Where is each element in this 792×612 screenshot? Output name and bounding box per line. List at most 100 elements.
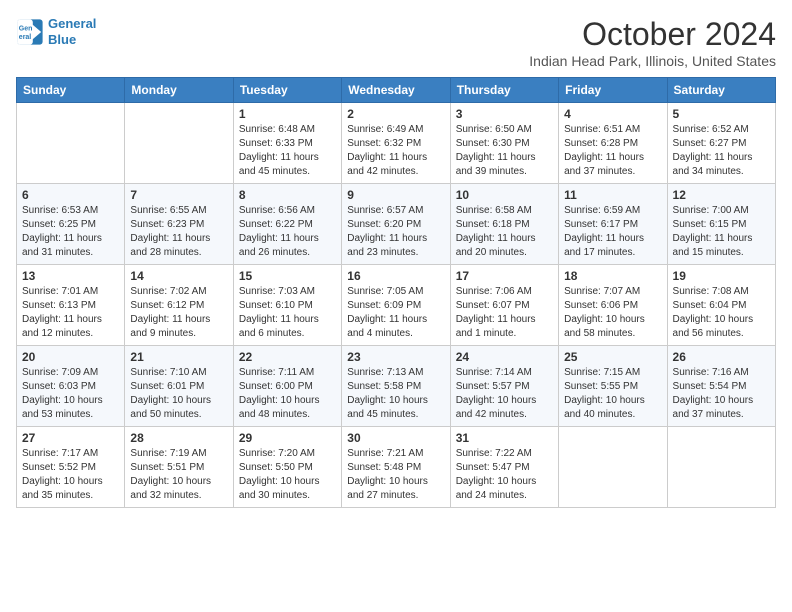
day-number: 18 bbox=[564, 269, 661, 283]
column-header-thursday: Thursday bbox=[450, 78, 558, 103]
day-cell: 19 Sunrise: 7:08 AM Sunset: 6:04 PM Dayli… bbox=[667, 265, 775, 346]
day-number: 28 bbox=[130, 431, 227, 445]
day-cell: 7Sunrise: 6:55 AM Sunset: 6:23 PM Daylig… bbox=[125, 184, 233, 265]
day-number: 25 bbox=[564, 350, 661, 364]
day-info: Sunrise: 7:01 AM Sunset: 6:13 PM Dayligh… bbox=[22, 285, 119, 341]
day-cell: 27Sunrise: 7:17 AM Sunset: 5:52 PM Dayli… bbox=[17, 427, 125, 508]
day-number: 6 bbox=[22, 188, 119, 202]
calendar-body: 1Sunrise: 6:48 AM Sunset: 6:33 PM Daylig… bbox=[17, 103, 776, 508]
day-cell: 3 Sunrise: 6:50 AM Sunset: 6:30 PM Daylig… bbox=[450, 103, 558, 184]
day-info: Sunrise: 7:13 AM Sunset: 5:58 PM Dayligh… bbox=[347, 366, 444, 422]
day-info: Sunrise: 6:55 AM Sunset: 6:23 PM Dayligh… bbox=[130, 204, 227, 260]
day-info: Sunrise: 6:59 AM Sunset: 6:17 PM Dayligh… bbox=[564, 204, 661, 260]
day-number: 5 bbox=[673, 107, 770, 121]
day-number: 10 bbox=[456, 188, 553, 202]
day-number: 8 bbox=[239, 188, 336, 202]
week-row-4: 20Sunrise: 7:09 AM Sunset: 6:03 PM Dayli… bbox=[17, 346, 776, 427]
week-row-1: 1Sunrise: 6:48 AM Sunset: 6:33 PM Daylig… bbox=[17, 103, 776, 184]
svg-text:Gen: Gen bbox=[19, 25, 33, 32]
day-cell bbox=[559, 427, 667, 508]
day-cell: 17 Sunrise: 7:06 AM Sunset: 6:07 PM Dayli… bbox=[450, 265, 558, 346]
day-info: Sunrise: 6:49 AM Sunset: 6:32 PM Dayligh… bbox=[347, 123, 444, 179]
day-cell: 10 Sunrise: 6:58 AM Sunset: 6:18 PM Dayli… bbox=[450, 184, 558, 265]
day-number: 27 bbox=[22, 431, 119, 445]
day-info: Sunrise: 7:05 AM Sunset: 6:09 PM Dayligh… bbox=[347, 285, 444, 341]
day-number: 14 bbox=[130, 269, 227, 283]
day-number: 17 bbox=[456, 269, 553, 283]
day-cell: 29 Sunrise: 7:20 AM Sunset: 5:50 PM Dayli… bbox=[233, 427, 341, 508]
day-info: Sunrise: 6:58 AM Sunset: 6:18 PM Dayligh… bbox=[456, 204, 553, 260]
day-number: 2 bbox=[347, 107, 444, 121]
day-number: 24 bbox=[456, 350, 553, 364]
day-info: Sunrise: 7:11 AM Sunset: 6:00 PM Dayligh… bbox=[239, 366, 336, 422]
day-cell: 6 Sunrise: 6:53 AM Sunset: 6:25 PM Daylig… bbox=[17, 184, 125, 265]
day-cell: 9Sunrise: 6:57 AM Sunset: 6:20 PM Daylig… bbox=[342, 184, 450, 265]
day-cell: 31Sunrise: 7:22 AM Sunset: 5:47 PM Dayli… bbox=[450, 427, 558, 508]
day-cell: 23 Sunrise: 7:13 AM Sunset: 5:58 PM Dayli… bbox=[342, 346, 450, 427]
day-cell: 14 Sunrise: 7:02 AM Sunset: 6:12 PM Dayli… bbox=[125, 265, 233, 346]
day-number: 3 bbox=[456, 107, 553, 121]
day-info: Sunrise: 6:52 AM Sunset: 6:27 PM Dayligh… bbox=[673, 123, 770, 179]
day-info: Sunrise: 6:50 AM Sunset: 6:30 PM Dayligh… bbox=[456, 123, 553, 179]
logo-line2: Blue bbox=[48, 32, 76, 47]
day-info: Sunrise: 7:02 AM Sunset: 6:12 PM Dayligh… bbox=[130, 285, 227, 341]
calendar-table: SundayMondayTuesdayWednesdayThursdayFrid… bbox=[16, 77, 776, 508]
logo-line1: General bbox=[48, 16, 96, 31]
day-cell: 1Sunrise: 6:48 AM Sunset: 6:33 PM Daylig… bbox=[233, 103, 341, 184]
day-cell: 5 Sunrise: 6:52 AM Sunset: 6:27 PM Daylig… bbox=[667, 103, 775, 184]
day-number: 23 bbox=[347, 350, 444, 364]
day-info: Sunrise: 6:57 AM Sunset: 6:20 PM Dayligh… bbox=[347, 204, 444, 260]
column-header-monday: Monday bbox=[125, 78, 233, 103]
day-info: Sunrise: 7:14 AM Sunset: 5:57 PM Dayligh… bbox=[456, 366, 553, 422]
day-cell: 25 Sunrise: 7:15 AM Sunset: 5:55 PM Dayli… bbox=[559, 346, 667, 427]
logo: Gen eral General Blue bbox=[16, 16, 96, 47]
day-info: Sunrise: 7:06 AM Sunset: 6:07 PM Dayligh… bbox=[456, 285, 553, 341]
day-cell: 4Sunrise: 6:51 AM Sunset: 6:28 PM Daylig… bbox=[559, 103, 667, 184]
day-cell: 28 Sunrise: 7:19 AM Sunset: 5:51 PM Dayli… bbox=[125, 427, 233, 508]
calendar-header-row: SundayMondayTuesdayWednesdayThursdayFrid… bbox=[17, 78, 776, 103]
day-info: Sunrise: 7:10 AM Sunset: 6:01 PM Dayligh… bbox=[130, 366, 227, 422]
day-info: Sunrise: 7:21 AM Sunset: 5:48 PM Dayligh… bbox=[347, 447, 444, 503]
day-cell: 22Sunrise: 7:11 AM Sunset: 6:00 PM Dayli… bbox=[233, 346, 341, 427]
day-info: Sunrise: 6:53 AM Sunset: 6:25 PM Dayligh… bbox=[22, 204, 119, 260]
day-number: 29 bbox=[239, 431, 336, 445]
column-header-wednesday: Wednesday bbox=[342, 78, 450, 103]
day-info: Sunrise: 7:03 AM Sunset: 6:10 PM Dayligh… bbox=[239, 285, 336, 341]
day-cell: 18Sunrise: 7:07 AM Sunset: 6:06 PM Dayli… bbox=[559, 265, 667, 346]
svg-text:eral: eral bbox=[19, 34, 32, 41]
location: Indian Head Park, Illinois, United State… bbox=[529, 53, 776, 69]
column-header-friday: Friday bbox=[559, 78, 667, 103]
day-number: 16 bbox=[347, 269, 444, 283]
day-number: 15 bbox=[239, 269, 336, 283]
day-cell bbox=[667, 427, 775, 508]
page-header: Gen eral General Blue October 2024 India… bbox=[16, 16, 776, 69]
day-cell: 8Sunrise: 6:56 AM Sunset: 6:22 PM Daylig… bbox=[233, 184, 341, 265]
day-info: Sunrise: 7:20 AM Sunset: 5:50 PM Dayligh… bbox=[239, 447, 336, 503]
day-cell bbox=[125, 103, 233, 184]
day-info: Sunrise: 7:00 AM Sunset: 6:15 PM Dayligh… bbox=[673, 204, 770, 260]
day-number: 19 bbox=[673, 269, 770, 283]
week-row-3: 13 Sunrise: 7:01 AM Sunset: 6:13 PM Dayli… bbox=[17, 265, 776, 346]
day-cell: 15 Sunrise: 7:03 AM Sunset: 6:10 PM Dayli… bbox=[233, 265, 341, 346]
day-cell bbox=[17, 103, 125, 184]
day-number: 21 bbox=[130, 350, 227, 364]
day-info: Sunrise: 7:16 AM Sunset: 5:54 PM Dayligh… bbox=[673, 366, 770, 422]
day-info: Sunrise: 7:22 AM Sunset: 5:47 PM Dayligh… bbox=[456, 447, 553, 503]
day-cell: 11Sunrise: 6:59 AM Sunset: 6:17 PM Dayli… bbox=[559, 184, 667, 265]
day-number: 30 bbox=[347, 431, 444, 445]
day-cell: 12 Sunrise: 7:00 AM Sunset: 6:15 PM Dayli… bbox=[667, 184, 775, 265]
day-info: Sunrise: 7:15 AM Sunset: 5:55 PM Dayligh… bbox=[564, 366, 661, 422]
logo-text: General Blue bbox=[48, 16, 96, 47]
week-row-2: 6 Sunrise: 6:53 AM Sunset: 6:25 PM Daylig… bbox=[17, 184, 776, 265]
day-number: 12 bbox=[673, 188, 770, 202]
day-cell: 13 Sunrise: 7:01 AM Sunset: 6:13 PM Dayli… bbox=[17, 265, 125, 346]
column-header-saturday: Saturday bbox=[667, 78, 775, 103]
logo-icon: Gen eral bbox=[16, 18, 44, 46]
day-number: 13 bbox=[22, 269, 119, 283]
day-info: Sunrise: 7:08 AM Sunset: 6:04 PM Dayligh… bbox=[673, 285, 770, 341]
day-cell: 21 Sunrise: 7:10 AM Sunset: 6:01 PM Dayli… bbox=[125, 346, 233, 427]
column-header-sunday: Sunday bbox=[17, 78, 125, 103]
day-info: Sunrise: 7:19 AM Sunset: 5:51 PM Dayligh… bbox=[130, 447, 227, 503]
day-number: 1 bbox=[239, 107, 336, 121]
day-cell: 2 Sunrise: 6:49 AM Sunset: 6:32 PM Daylig… bbox=[342, 103, 450, 184]
